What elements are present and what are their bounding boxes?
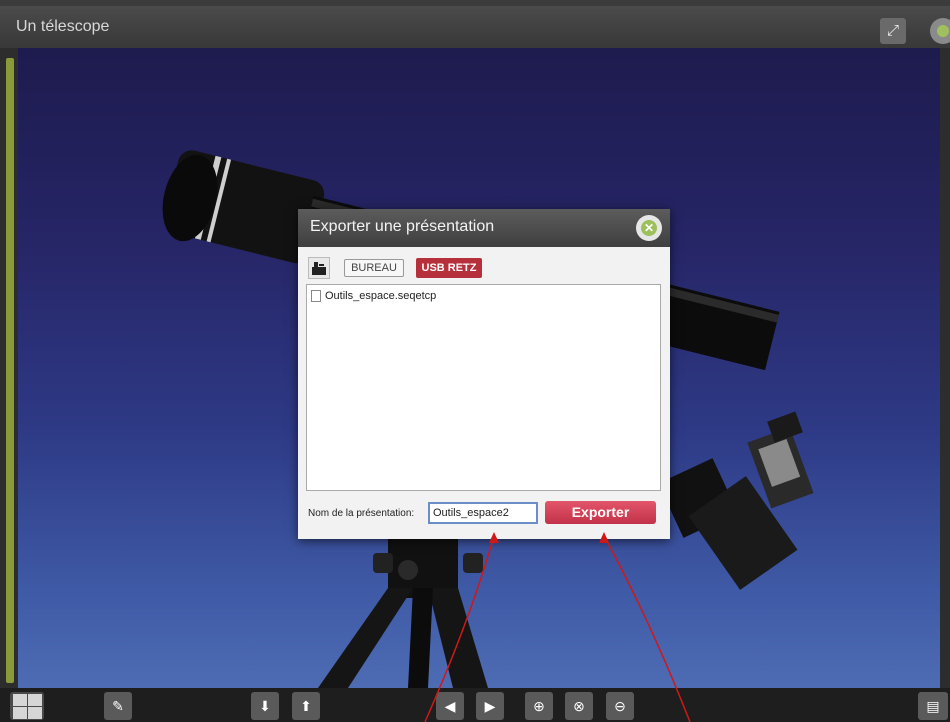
title-bar: Un télescope ⤢ — [0, 6, 950, 48]
prev-icon[interactable]: ◀ — [436, 692, 464, 720]
zoom-reset-icon[interactable]: ⊗ — [565, 692, 593, 720]
document-icon[interactable]: ▤ — [918, 692, 948, 720]
presentation-name-label: Nom de la présentation: — [308, 508, 415, 519]
fullscreen-icon[interactable]: ⤢ — [880, 18, 906, 44]
list-item[interactable]: Outils_espace.seqetcp — [311, 288, 436, 304]
bottom-toolbar: ✎ ⬇ ⬆ ◀ ▶ ⊕ ⊗ ⊖ ▤ — [0, 688, 950, 722]
export-icon[interactable]: ⬆ — [292, 692, 320, 720]
grid-icon[interactable] — [10, 692, 44, 720]
file-list[interactable]: Outils_espace.seqetcp — [306, 284, 661, 491]
pen-icon[interactable]: ✎ — [104, 692, 132, 720]
export-dialog: Exporter une présentation ✕ BUREAU USB R… — [298, 209, 670, 539]
app-window: Un télescope ⤢ Exporter une présentation… — [0, 0, 950, 722]
dialog-header: Exporter une présentation ✕ — [298, 209, 670, 247]
close-icon[interactable] — [930, 18, 950, 44]
zoom-in-icon[interactable]: ⊕ — [525, 692, 553, 720]
file-icon — [311, 290, 321, 302]
next-icon[interactable]: ▶ — [476, 692, 504, 720]
location-bureau-button[interactable]: BUREAU — [344, 259, 404, 277]
export-button[interactable]: Exporter — [545, 501, 656, 524]
dialog-close-icon[interactable]: ✕ — [636, 215, 662, 241]
right-panel-edge — [940, 48, 950, 688]
import-icon[interactable]: ⬇ — [251, 692, 279, 720]
window-title: Un télescope — [16, 18, 110, 35]
presentation-name-input[interactable] — [428, 502, 538, 524]
location-usb-button[interactable]: USB RETZ — [416, 258, 482, 278]
zoom-out-icon[interactable]: ⊖ — [606, 692, 634, 720]
drive-icon[interactable] — [308, 257, 330, 279]
file-name: Outils_espace.seqetcp — [325, 290, 437, 302]
dialog-title: Exporter une présentation — [310, 218, 495, 235]
left-panel-handle[interactable] — [0, 48, 18, 688]
